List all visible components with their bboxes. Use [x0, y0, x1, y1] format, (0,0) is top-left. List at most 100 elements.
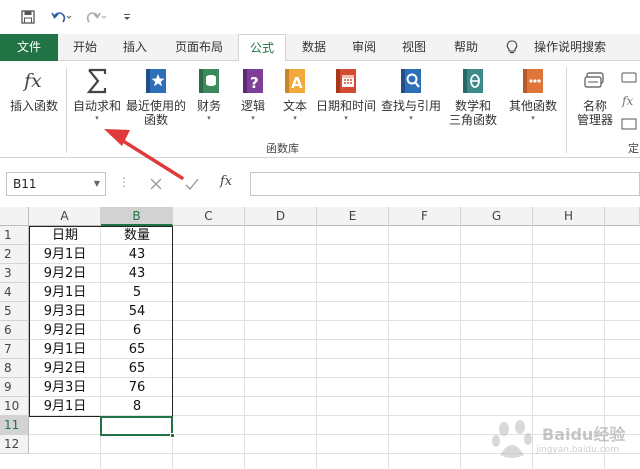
svg-text:A: A — [291, 74, 303, 92]
column-header-a[interactable]: A — [29, 207, 101, 226]
save-icon[interactable] — [18, 8, 38, 26]
financial-button[interactable]: 财务 ▾ — [192, 67, 226, 123]
cell-a1[interactable]: 日期 — [29, 226, 101, 245]
row-header-7[interactable]: 7 — [0, 340, 29, 359]
baidu-watermark: Baidu经验 jingyan.baidu.com — [490, 417, 630, 463]
column-header-g[interactable]: G — [461, 207, 533, 226]
tab-page-layout[interactable]: 页面布局 — [168, 34, 230, 61]
cell-b6[interactable]: 6 — [101, 321, 173, 340]
row-header-12[interactable]: 12 — [0, 435, 29, 454]
lightbulb-icon[interactable] — [502, 34, 522, 61]
tell-me-search[interactable]: 操作说明搜索 — [528, 34, 612, 61]
cell-b3[interactable]: 43 — [101, 264, 173, 283]
column-header-c[interactable]: C — [173, 207, 245, 226]
cell-b2[interactable]: 43 — [101, 245, 173, 264]
ribbon-formulas: fx 插入函数 自动求和 ▾ 最近使用的 函数 财务 ▾ ? 逻辑 ▾ A 文本… — [0, 61, 640, 158]
svg-text:fx: fx — [621, 94, 633, 108]
ribbon-divider — [566, 67, 567, 153]
fill-handle[interactable] — [170, 433, 175, 438]
row-header-6[interactable]: 6 — [0, 321, 29, 340]
active-cell-b11[interactable] — [100, 416, 175, 438]
cell-a9[interactable]: 9月3日 — [29, 378, 101, 397]
cell-a3[interactable]: 9月2日 — [29, 264, 101, 283]
recently-used-label: 最近使用的 — [125, 99, 186, 113]
ribbon-divider — [66, 67, 67, 153]
math-trig-button[interactable]: 数学和 三角函数 — [446, 67, 500, 127]
cell-b7[interactable]: 65 — [101, 340, 173, 359]
cell-b9[interactable]: 76 — [101, 378, 173, 397]
row-header-8[interactable]: 8 — [0, 359, 29, 378]
autosum-button[interactable]: 自动求和 ▾ — [70, 67, 124, 123]
column-header-e[interactable]: E — [317, 207, 389, 226]
tab-file[interactable]: 文件 — [0, 34, 58, 61]
column-header-b[interactable]: B — [101, 207, 173, 226]
undo-icon[interactable] — [48, 8, 74, 26]
defined-names-group-label: 定 — [628, 142, 639, 155]
math-trig-label: 数学和 — [454, 99, 491, 113]
cell-b8[interactable]: 65 — [101, 359, 173, 378]
tab-review[interactable]: 审阅 — [342, 34, 386, 61]
logical-button[interactable]: ? 逻辑 ▾ — [236, 67, 270, 123]
recently-used-button[interactable]: 最近使用的 函数 — [124, 67, 188, 127]
formula-bar: B11 ▼ ⋮ fx — [0, 158, 640, 207]
calendar-icon — [333, 67, 359, 95]
name-manager-icon — [582, 67, 608, 95]
row-header-1[interactable]: 1 — [0, 226, 29, 245]
column-header-h[interactable]: H — [533, 207, 605, 226]
lookup-button[interactable]: 查找与引用 ▾ — [380, 67, 442, 123]
customize-icon[interactable] — [120, 8, 134, 26]
cell-a6[interactable]: 9月2日 — [29, 321, 101, 340]
cell-a10[interactable]: 9月1日 — [29, 397, 101, 416]
row-header-10[interactable]: 10 — [0, 397, 29, 416]
svg-text:fx: fx — [22, 70, 42, 92]
row-header-2[interactable]: 2 — [0, 245, 29, 264]
insert-function-fx-button[interactable]: fx — [220, 174, 242, 194]
cell-b10[interactable]: 8 — [101, 397, 173, 416]
column-header-d[interactable]: D — [245, 207, 317, 226]
row-header-4[interactable]: 4 — [0, 283, 29, 302]
more-functions-label: 其他函数 — [508, 99, 557, 113]
more-functions-button[interactable]: 其他函数 ▾ — [506, 67, 560, 123]
cell-a8[interactable]: 9月2日 — [29, 359, 101, 378]
cell-b4[interactable]: 5 — [101, 283, 173, 302]
ribbon-tabs: 文件 开始 插入 页面布局 公式 数据 审阅 视图 帮助 操作说明搜索 — [0, 34, 640, 62]
tab-formulas[interactable]: 公式 — [238, 34, 286, 62]
select-all-corner[interactable] — [0, 207, 29, 226]
cell-a7[interactable]: 9月1日 — [29, 340, 101, 359]
insert-function-button[interactable]: fx 插入函数 — [6, 67, 62, 113]
tab-home[interactable]: 开始 — [62, 34, 108, 61]
text-button[interactable]: A 文本 ▾ — [278, 67, 312, 123]
date-time-button[interactable]: 日期和时间 ▾ — [314, 67, 378, 123]
tab-help[interactable]: 帮助 — [444, 34, 488, 61]
financial-icon — [196, 67, 222, 95]
chevron-down-icon: ▾ — [207, 114, 211, 122]
cell-a4[interactable]: 9月1日 — [29, 283, 101, 302]
cell-b5[interactable]: 54 — [101, 302, 173, 321]
row-header-3[interactable]: 3 — [0, 264, 29, 283]
watermark-brand: Baidu经验 — [542, 425, 626, 444]
row-header-11[interactable]: 11 — [0, 416, 29, 435]
name-box[interactable]: B11 ▼ — [6, 172, 106, 196]
row-header-9[interactable]: 9 — [0, 378, 29, 397]
chevron-down-icon[interactable]: ▼ — [94, 173, 100, 195]
tab-view[interactable]: 视图 — [392, 34, 436, 61]
row-header-5[interactable]: 5 — [0, 302, 29, 321]
formula-input[interactable] — [250, 172, 640, 196]
recently-used-label-2: 函数 — [143, 113, 168, 127]
cell-a5[interactable]: 9月3日 — [29, 302, 101, 321]
watermark-url: jingyan.baidu.com — [536, 445, 620, 455]
tab-data[interactable]: 数据 — [292, 34, 336, 61]
chevron-down-icon: ▾ — [293, 114, 297, 122]
tab-insert[interactable]: 插入 — [112, 34, 158, 61]
cancel-icon[interactable] — [146, 174, 166, 194]
redo-icon[interactable] — [84, 8, 110, 26]
lookup-label: 查找与引用 — [380, 99, 441, 113]
enter-icon[interactable] — [182, 174, 202, 194]
cell-b1[interactable]: 数量 — [101, 226, 173, 245]
chevron-down-icon: ▾ — [251, 114, 255, 122]
column-header-f[interactable]: F — [389, 207, 461, 226]
name-manager-button[interactable]: 名称 管理器 — [572, 67, 618, 127]
logical-label: 逻辑 — [240, 99, 265, 113]
paw-logo-icon — [492, 420, 532, 458]
cell-a2[interactable]: 9月1日 — [29, 245, 101, 264]
